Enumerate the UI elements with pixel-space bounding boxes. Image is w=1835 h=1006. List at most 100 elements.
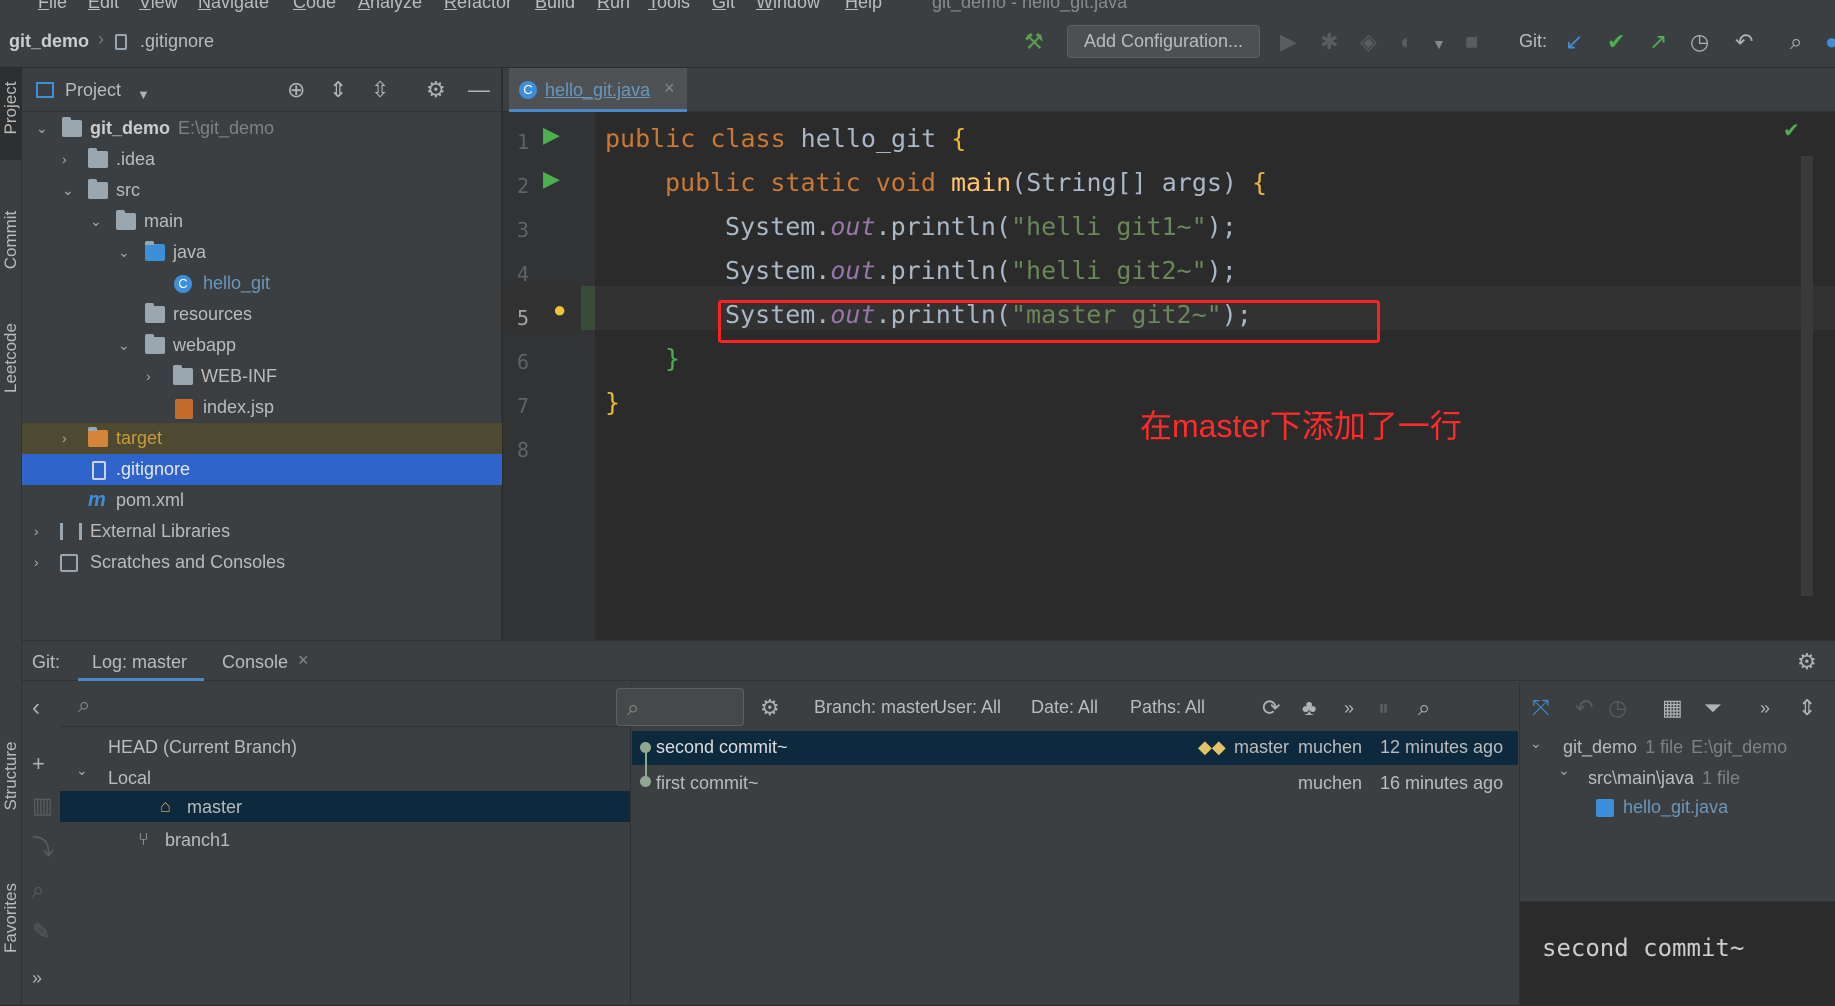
branch-item-branch1[interactable]: branch1 [165,830,230,851]
tree-item-main[interactable]: ⌄ main [22,206,502,237]
gear-icon[interactable]: ⚙ [426,79,446,101]
lightbulb-icon[interactable]: ● [553,299,566,321]
more-icon[interactable]: » [1344,697,1354,719]
menu-file[interactable]: File [38,0,67,13]
chevron-down-icon[interactable]: ⌄ [62,175,74,206]
chevron-down-icon[interactable]: ▼ [1432,33,1446,55]
tree-item-src[interactable]: ⌄ src [22,175,502,206]
chevron-right-icon[interactable]: › [146,361,151,392]
search-icon[interactable]: ⌕ [1790,31,1802,53]
side-tab-leetcode[interactable]: Leetcode [1,318,21,398]
pause-icon[interactable]: ⏸ [1378,697,1389,719]
tree-item-target[interactable]: › target [22,423,502,454]
close-icon[interactable]: × [298,650,309,671]
push-icon[interactable]: ↗ [1649,31,1667,53]
more-icon[interactable]: » [1760,697,1770,719]
build-hammer-icon[interactable]: ⚒ [1024,31,1044,53]
tree-item-hello-git[interactable]: C hello_git [22,268,502,299]
locate-target-icon[interactable]: ⊕ [287,79,305,101]
merge-icon[interactable]: ⤵ [32,837,54,859]
log-search-input[interactable]: ⌕ [616,688,744,726]
menu-window[interactable]: Window [756,0,820,13]
expand-all-icon[interactable]: ⇕ [329,79,347,101]
hide-panel-icon[interactable]: — [468,79,490,101]
tree-item-scratches[interactable]: › Scratches and Consoles [22,547,502,578]
chevron-right-icon[interactable]: › [34,516,39,547]
chevron-down-icon[interactable]: ⌄ [1558,762,1570,779]
menu-git[interactable]: Git [712,0,735,13]
tab-hello-git-java[interactable]: C hello_git.java × [509,68,687,112]
tree-item-pom-xml[interactable]: m pom.xml [22,485,502,516]
menu-view[interactable]: View [139,0,178,13]
edit-icon[interactable]: ✎ [32,921,50,943]
menu-code[interactable]: Code [293,0,336,13]
side-tab-commit[interactable]: Commit [1,209,21,271]
tree-item-java[interactable]: ⌄ java [22,237,502,268]
coverage-icon[interactable]: ◈ [1360,31,1377,53]
refresh-icon[interactable]: ⟳ [1262,697,1280,719]
menu-help[interactable]: Help [845,0,882,13]
more-icon[interactable]: » [32,967,42,989]
gear-icon[interactable]: ⚙ [1797,651,1817,673]
history-clock-icon[interactable]: ◷ [1608,697,1627,719]
project-panel-title[interactable]: Project [65,80,121,101]
expand-all-icon[interactable]: ⇕ [1798,697,1816,719]
filter-branch[interactable]: Branch: master [814,697,936,718]
search-icon[interactable]: ⌕ [1418,697,1430,719]
gear-icon[interactable]: ⚙ [760,697,780,719]
tab-log-master[interactable]: Log: master [78,641,204,681]
chevron-right-icon[interactable]: › [34,547,39,578]
cherry-pick-icon[interactable]: ♣ [1302,697,1316,719]
commit-check-icon[interactable]: ✔ [1607,31,1625,53]
collapse-left-icon[interactable]: ‹ [32,696,40,720]
filter-user[interactable]: User: All [934,697,1001,718]
run-gutter-icon[interactable]: ▶ [543,168,560,190]
compare-icon[interactable]: ⤧ [1532,697,1550,719]
branch-local-group[interactable]: Local [108,768,151,789]
tree-item-webapp[interactable]: ⌄ webapp [22,330,502,361]
filter-paths[interactable]: Paths: All [1130,697,1205,718]
filter-icon[interactable]: ⏷ [1704,697,1722,719]
add-configuration-button[interactable]: Add Configuration... [1067,25,1260,58]
rollback-icon[interactable]: ↶ [1735,31,1753,53]
tree-item-web-inf[interactable]: › WEB-INF [22,361,502,392]
chevron-down-icon[interactable]: ⌄ [118,330,130,361]
debug-icon[interactable]: ✱ [1320,31,1338,53]
menu-build[interactable]: Build [535,0,575,13]
chevron-down-icon[interactable]: ⌄ [90,206,102,237]
changes-root[interactable]: git_demo 1 file E:\git_demo [1563,737,1787,758]
collapse-all-icon[interactable]: ⇳ [371,79,389,101]
commit-row[interactable]: first commit~ muchen 16 minutes ago [632,765,1518,799]
close-icon[interactable]: × [664,78,675,99]
tree-item-idea[interactable]: › .idea [22,144,502,175]
changes-dir[interactable]: src\main\java 1 file [1588,768,1740,789]
run-icon[interactable]: ▶ [1280,31,1297,53]
tree-item-git-demo[interactable]: ⌄ git_demo E:\git_demo [22,113,502,144]
search-icon[interactable]: ⌕ [32,879,44,901]
menu-refactor[interactable]: Refactor [444,0,512,13]
trash-icon[interactable]: ▥ [32,795,53,817]
settings-icon[interactable]: ● [1825,31,1835,53]
chevron-down-icon[interactable]: ⌄ [118,237,130,268]
menu-navigate[interactable]: Navigate [198,0,269,13]
chevron-down-icon[interactable]: ⌄ [36,113,48,144]
chevron-down-icon[interactable]: ▼ [137,84,150,106]
changes-file[interactable]: hello_git.java [1623,797,1728,818]
profile-icon[interactable]: ◐ [1400,31,1413,53]
tree-item-gitignore[interactable]: .gitignore [22,454,502,485]
stop-icon[interactable]: ■ [1465,31,1478,53]
add-icon[interactable]: + [32,753,45,775]
revert-icon[interactable]: ↶ [1575,697,1593,719]
chevron-right-icon[interactable]: › [62,144,67,175]
tree-item-external-libraries[interactable]: › External Libraries [22,516,502,547]
chevron-right-icon[interactable]: › [62,423,67,454]
tree-item-index-jsp[interactable]: index.jsp [22,392,502,423]
editor-scrollbar[interactable] [1801,156,1813,596]
update-project-icon[interactable]: ↙ [1565,31,1583,53]
chevron-down-icon[interactable]: ⌄ [76,762,88,779]
menu-tools[interactable]: Tools [648,0,690,13]
branch-item-master[interactable]: ⌂ master [60,791,630,822]
side-tab-favorites[interactable]: Favorites [1,878,21,958]
branch-search[interactable]: ⌕ [60,682,630,727]
breadcrumb-project[interactable]: git_demo [9,31,89,52]
